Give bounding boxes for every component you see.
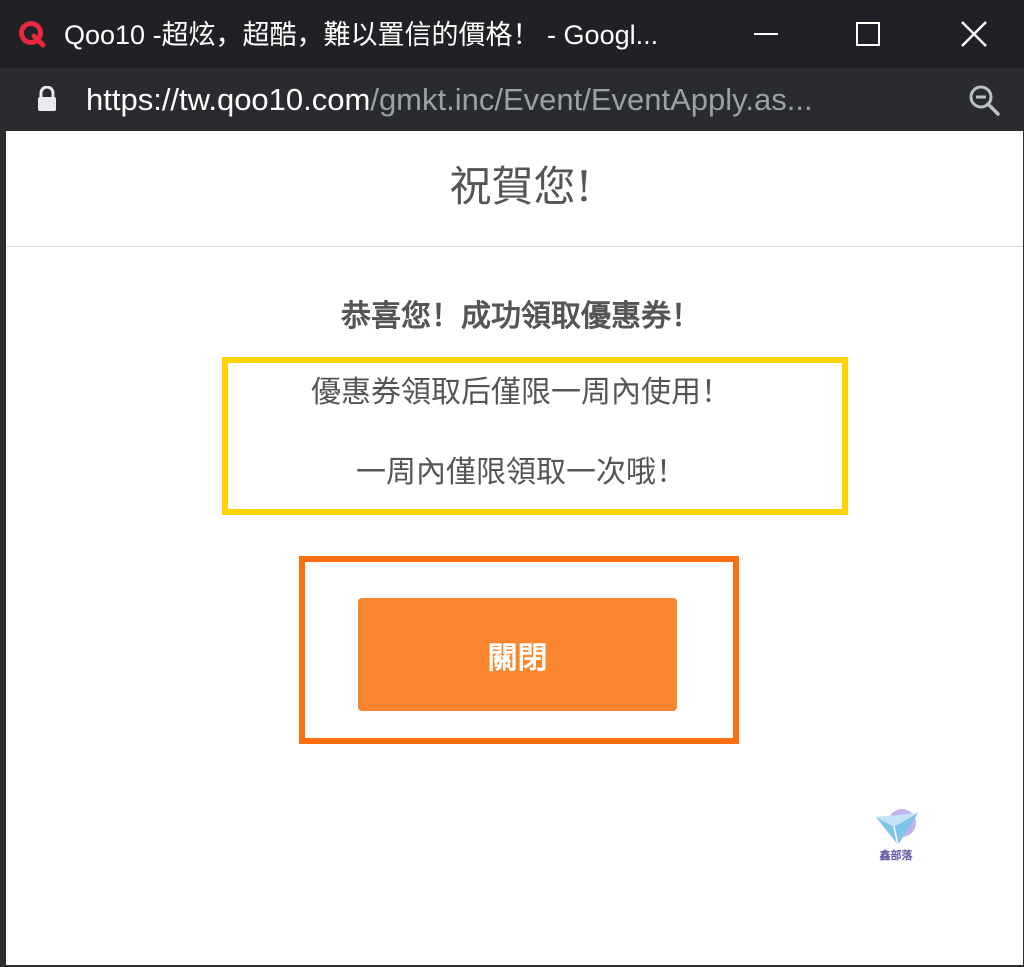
maximize-icon <box>856 22 880 46</box>
maximize-button[interactable] <box>818 0 918 68</box>
url-text[interactable]: https://tw.qoo10.com/gmkt.inc/Event/Even… <box>86 81 813 119</box>
page-content: 祝賀您! 恭喜您！成功領取優惠券！ 優惠券領取后僅限一周內使用！ 一周內僅限領取… <box>6 131 1023 965</box>
watermark-logo: 鑫部落 <box>870 807 922 867</box>
url-host: https://tw.qoo10.com <box>86 82 371 117</box>
title-bar: Qoo10 -超炫，超酷，難以置信的價格！ - Googl... <box>0 0 1024 68</box>
window-title: Qoo10 -超炫，超酷，難以置信的價格！ - Googl... <box>64 20 659 50</box>
qoo10-logo-icon <box>18 20 46 48</box>
modal-header: 祝賀您! <box>6 131 1023 247</box>
minimize-button[interactable] <box>716 0 816 68</box>
url-path: /gmkt.inc/Event/EventApply.as... <box>370 82 813 117</box>
address-bar[interactable]: https://tw.qoo10.com/gmkt.inc/Event/Even… <box>0 68 1024 131</box>
modal-title: 祝賀您! <box>449 162 593 211</box>
lock-icon[interactable] <box>36 85 58 112</box>
close-icon <box>961 21 987 47</box>
minimize-icon <box>754 33 778 35</box>
close-window-button[interactable] <box>924 0 1024 68</box>
watermark-text: 鑫部落 <box>879 849 913 862</box>
browser-popup-window: Qoo10 -超炫，超酷，難以置信的價格！ - Googl... https:/… <box>0 0 1024 967</box>
notice-line-limit: 一周內僅限領取一次哦！ <box>356 455 686 490</box>
paper-plane-icon <box>876 809 918 846</box>
success-message: 恭喜您！成功領取優惠券！ <box>341 299 701 334</box>
close-button[interactable]: 關閉 <box>358 598 677 711</box>
notice-line-validity: 優惠券領取后僅限一周內使用！ <box>311 375 731 410</box>
zoom-out-icon[interactable] <box>966 82 1002 118</box>
